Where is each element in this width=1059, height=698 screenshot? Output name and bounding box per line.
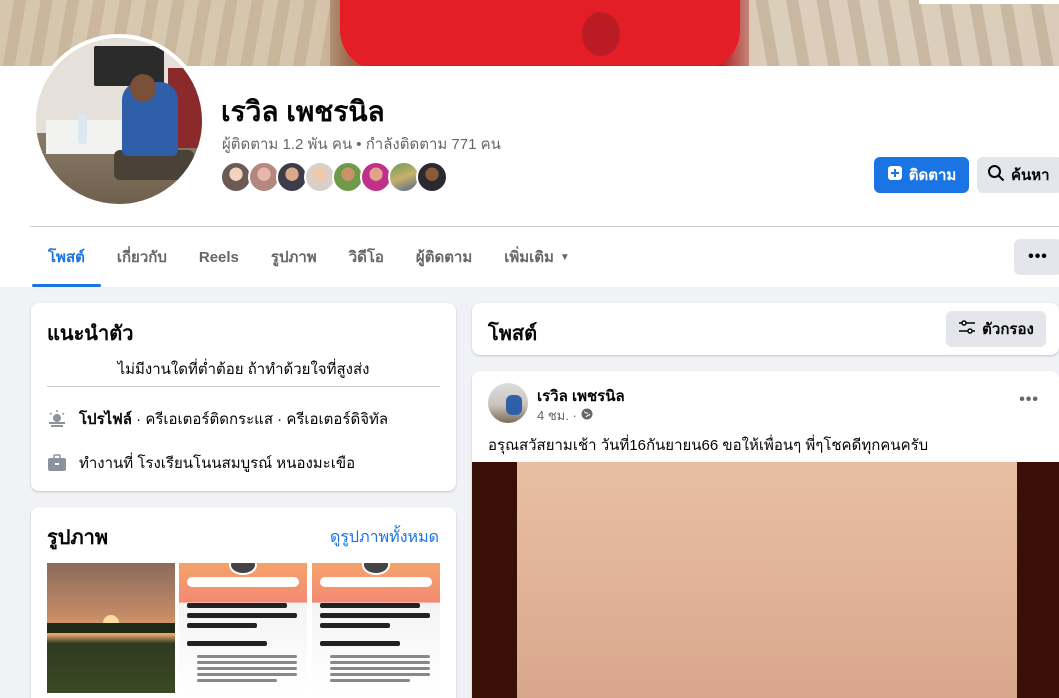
posts-title: โพสต์ [488,323,538,345]
post-timestamp[interactable]: 4 ชม. · [537,405,577,426]
filter-button[interactable]: ตัวกรอง [946,311,1046,347]
tab-label: เพิ่มเติม [504,249,554,266]
profile-info-icon [47,409,67,429]
photo-thumbnail[interactable] [312,563,440,693]
tab-label: ผู้ติดตาม [415,249,473,266]
briefcase-icon [47,453,67,473]
filter-icon [958,319,976,339]
intro-profile-detail: · ครีเอเตอร์ติดกระแส · ครีเอเตอร์ดิจิทัล [132,411,389,428]
filter-button-label: ตัวกรอง [982,321,1034,338]
post-meta: 4 ชม. · [537,405,593,426]
tab-label: โพสต์ [48,249,85,266]
post-card: เรวิล เพชรนิล 4 ชม. · ••• อรุณสวัสยามเช้… [472,371,1059,698]
tab-more[interactable]: เพิ่มเติม ▼ [488,227,586,287]
post-text: อรุณสวัสยามเช้า วันที่16กันยายน66 ขอให้เ… [488,437,929,454]
follower-avatars[interactable] [220,161,448,195]
photo-thumbnail[interactable] [179,563,307,693]
more-options-button[interactable]: ••• [1014,239,1059,275]
intro-work-text[interactable]: ทำงานที่ โรงเรียนโนนสมบูรณ์ หนองมะเขือ [79,451,355,475]
profile-header: เรวิล เพชรนิล ผู้ติดตาม 1.2 พัน คน • กำล… [0,34,1059,287]
caret-down-icon: ▼ [559,251,570,263]
profile-tabs: โพสต์ เกี่ยวกับ Reels รูปภาพ วิดีโอ ผู้ต… [32,227,586,287]
tab-followers[interactable]: ผู้ติดตาม [400,227,488,287]
follow-stats[interactable]: ผู้ติดตาม 1.2 พัน คน • กำลังติดตาม 771 ค… [222,132,501,156]
ellipsis-icon: ••• [1028,248,1048,265]
follow-button[interactable]: ติดตาม [874,157,969,193]
intro-profile-label: โปรไฟล์ [79,411,132,428]
photos-title: รูปภาพ [47,527,109,549]
follower-avatar[interactable] [416,161,448,193]
intro-title: แนะนำตัว [47,323,134,345]
see-all-photos-link[interactable]: ดูรูปภาพทั้งหมด [330,525,439,550]
tab-reels[interactable]: Reels [183,227,255,287]
tab-label: รูปภาพ [270,249,317,266]
follow-plus-icon [887,165,903,185]
globe-icon [581,408,593,423]
profile-picture[interactable] [32,34,206,208]
post-image[interactable] [472,462,1059,698]
tab-label: เกี่ยวกับ [116,249,167,266]
tab-label: วิดีโอ [348,249,384,266]
posts-header-card: โพสต์ ตัวกรอง [472,303,1059,355]
intro-bio: ไม่มีงานใดที่ต่ำต้อย ถ้าทำด้วยใจที่สูงส่… [117,361,370,378]
search-button-label: ค้นหา [1011,167,1050,184]
follow-button-label: ติดตาม [908,167,957,184]
search-button[interactable]: ค้นหา [977,157,1059,193]
profile-name: เรวิล เพชรนิล [221,96,385,127]
tab-photos[interactable]: รูปภาพ [255,227,333,287]
tab-videos[interactable]: วิดีโอ [333,227,400,287]
intro-profile-row: โปรไฟล์ · ครีเอเตอร์ติดกระแส · ครีเอเตอร… [47,407,388,431]
tab-posts[interactable]: โพสต์ [32,227,101,287]
post-author-avatar[interactable] [488,383,528,423]
photos-card: รูปภาพ ดูรูปภาพทั้งหมด [31,507,456,698]
tab-label: Reels [198,248,239,266]
photo-thumbnail[interactable] [47,563,175,693]
search-icon [987,164,1005,186]
intro-card: แนะนำตัว ไม่มีงานใดที่ต่ำต้อย ถ้าทำด้วยใ… [31,303,456,491]
intro-divider [47,386,440,387]
tab-about[interactable]: เกี่ยวกับ [101,227,183,287]
post-options-icon[interactable]: ••• [1019,391,1039,409]
intro-work-row: ทำงานที่ โรงเรียนโนนสมบูรณ์ หนองมะเขือ [47,451,355,475]
